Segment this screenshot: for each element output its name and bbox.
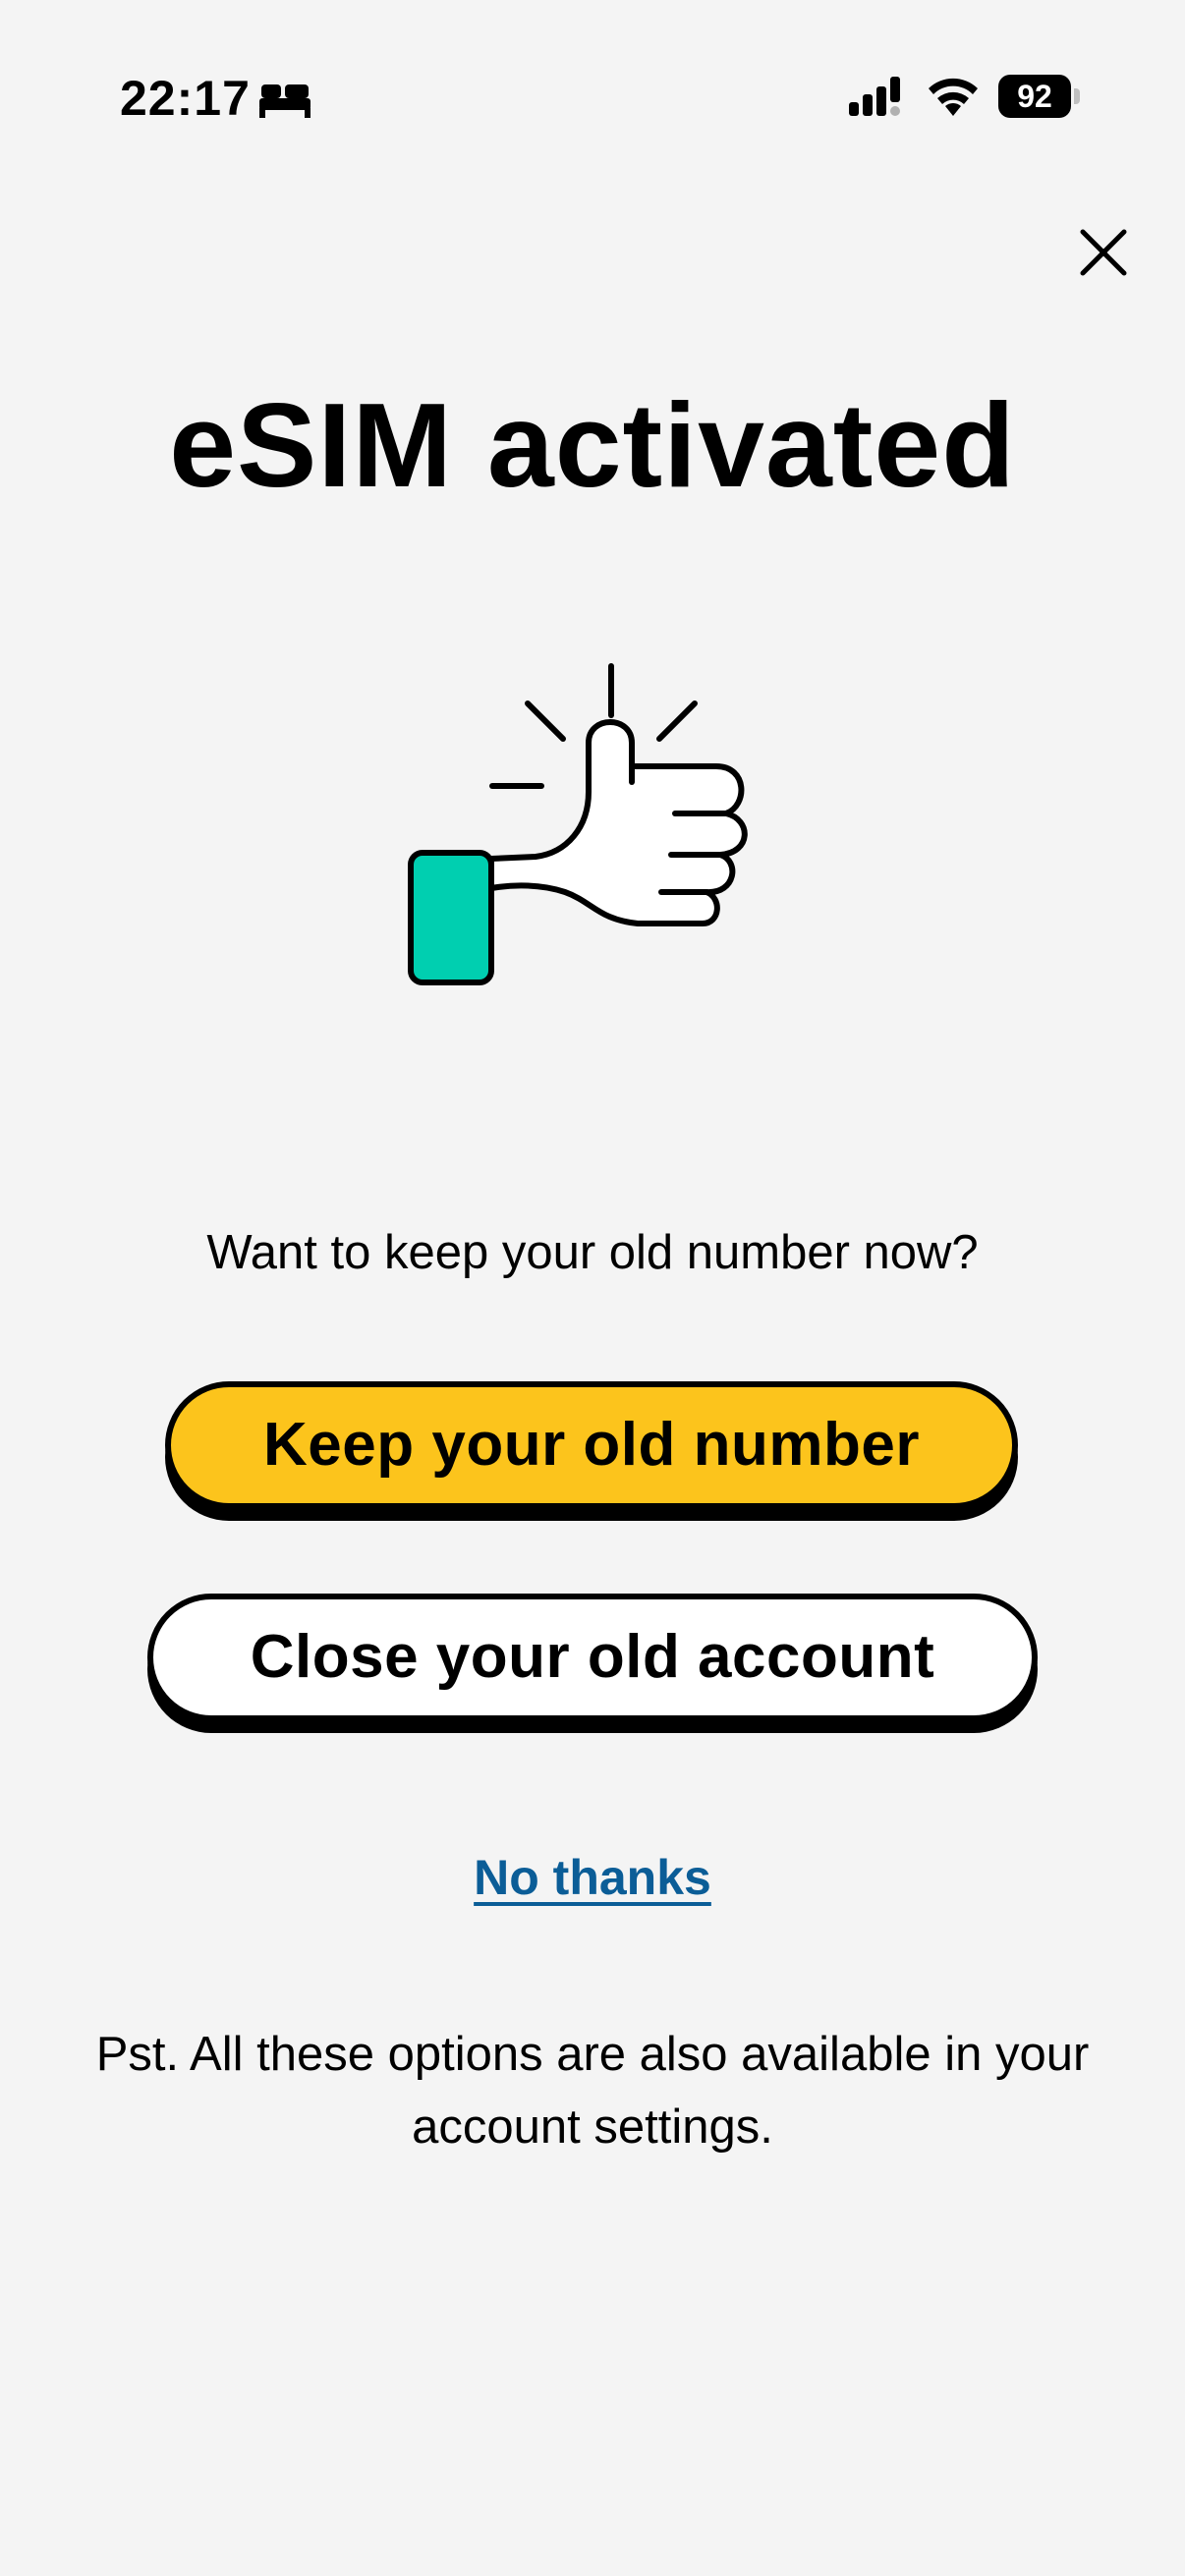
- bed-icon: [259, 84, 310, 118]
- question-text: Want to keep your old number now?: [206, 1226, 979, 1279]
- footnote-text: Pst. All these options are also availabl…: [95, 2028, 1090, 2154]
- cellular-signal-icon: [849, 77, 900, 116]
- esim-activated-screen: 22:17 92 eSIM activated Want to keep you…: [0, 0, 1185, 2576]
- battery-nub: [1074, 88, 1080, 104]
- close-icon[interactable]: [1069, 218, 1138, 287]
- keep-old-number-button[interactable]: Keep your old number: [165, 1381, 1018, 1509]
- no-thanks-link[interactable]: No thanks: [474, 1850, 711, 1905]
- battery-indicator: 92: [998, 75, 1081, 118]
- status-time: 22:17: [120, 71, 251, 126]
- close-old-account-button[interactable]: Close your old account: [147, 1594, 1038, 1721]
- page-title: eSIM activated: [169, 378, 1016, 512]
- no-thanks-row: No thanks: [0, 1843, 1185, 1912]
- thumbs-up-icon: [408, 663, 748, 985]
- battery-level: 92: [998, 75, 1071, 118]
- wifi-icon: [929, 78, 978, 116]
- status-bar: 22:17 92: [0, 0, 1185, 196]
